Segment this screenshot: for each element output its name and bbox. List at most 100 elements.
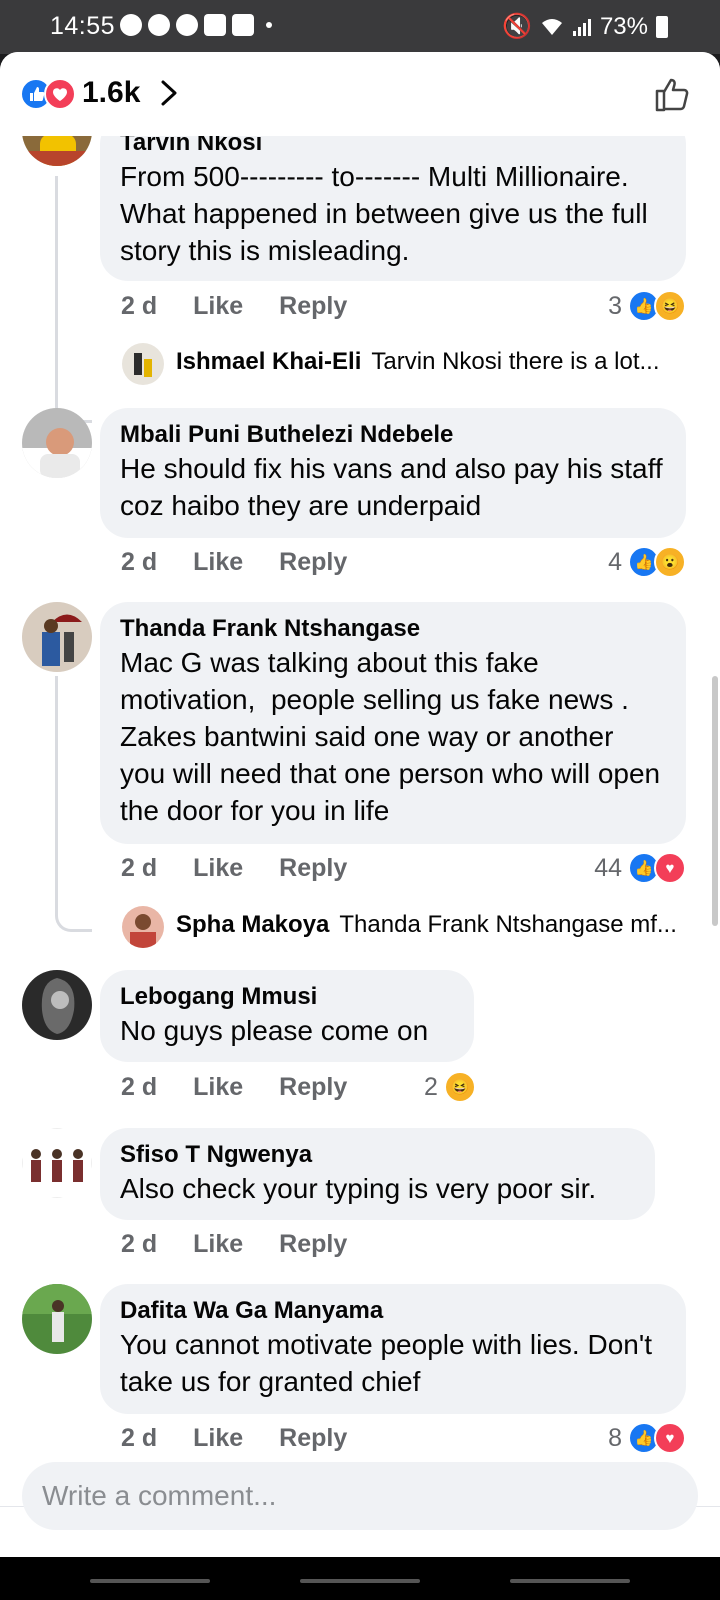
comment-bubble[interactable]: Dafita Wa Ga Manyama You cannot motivate…	[100, 1284, 686, 1414]
comment-text: Also check your typing is very poor sir.	[120, 1173, 597, 1204]
comment-input[interactable]: Write a comment...	[22, 1462, 698, 1530]
comment-list[interactable]: Tarvin Nkosi From 500--------- to-------…	[0, 136, 720, 1508]
comment-time: 2 d	[121, 292, 158, 320]
comment-text: From 500--------- to------- Multi Millio…	[120, 161, 656, 266]
youtube-icon	[232, 14, 254, 36]
signal-icon	[572, 18, 591, 36]
wifi-icon	[541, 18, 562, 35]
reply-avatar[interactable]	[122, 906, 164, 948]
system-nav-bar	[0, 1557, 720, 1600]
mute-icon: 🔇	[502, 13, 532, 40]
avatar[interactable]	[22, 970, 92, 1040]
comment-time: 2 d	[121, 548, 158, 576]
battery-icon	[656, 15, 668, 38]
comment-author[interactable]: Lebogang Mmusi	[120, 982, 454, 1012]
system-icons: 🔇 73%	[502, 12, 668, 41]
avatar[interactable]	[22, 136, 92, 166]
battery-percent: 73%	[599, 12, 648, 40]
reply-preview[interactable]: Ishmael Khai-Eli Tarvin Nkosi there is a…	[176, 348, 696, 376]
comment-reactions[interactable]: 2 😆	[424, 1071, 476, 1103]
like-button[interactable]: Like	[193, 1230, 243, 1259]
comment-actions: 2 d Like Reply	[121, 1073, 383, 1102]
reply-button[interactable]: Reply	[279, 548, 347, 577]
like-button[interactable]: Like	[193, 1073, 243, 1102]
like-post-button[interactable]	[652, 74, 692, 114]
reply-button[interactable]: Reply	[279, 292, 347, 321]
comment-author[interactable]: Thanda Frank Ntshangase	[120, 614, 666, 644]
reply-preview[interactable]: Spha Makoya Thanda Frank Ntshangase mf..…	[176, 911, 696, 939]
thread-line	[55, 176, 92, 423]
comment-bubble[interactable]: Mbali Puni Buthelezi Ndebele He should f…	[100, 408, 686, 538]
comment-text: No guys please come on	[120, 1015, 429, 1046]
more-dot-icon	[266, 22, 272, 28]
reply-text: Tarvin Nkosi there is a lot...	[371, 348, 660, 375]
reply-author[interactable]: Spha Makoya	[176, 911, 329, 939]
comment-bubble[interactable]: Sfiso T Ngwenya Also check your typing i…	[100, 1128, 655, 1220]
avatar[interactable]	[22, 1128, 92, 1198]
comment-actions: 2 d Like Reply	[121, 1230, 383, 1259]
avatar[interactable]	[22, 1284, 92, 1354]
reply-button[interactable]: Reply	[279, 1424, 347, 1453]
comment-text: He should fix his vans and also pay his …	[120, 453, 671, 521]
haha-reaction-icon: 😆	[654, 290, 686, 322]
download-icon	[204, 14, 226, 36]
reply-text: Thanda Frank Ntshangase mf...	[339, 911, 677, 938]
reply-button[interactable]: Reply	[279, 1073, 347, 1102]
reaction-count: 8	[608, 1423, 622, 1452]
haha-reaction-icon: 😆	[443, 1071, 476, 1103]
status-bar: 14:55 🔇 73%	[0, 0, 720, 54]
love-reaction-icon: ♥	[654, 1422, 686, 1454]
comment-input-placeholder: Write a comment...	[42, 1480, 277, 1511]
status-time: 14:55	[50, 12, 116, 40]
scrollbar[interactable]	[712, 676, 718, 926]
comment-text: Mac G was talking about this fake motiva…	[120, 647, 668, 826]
comment-author[interactable]: Mbali Puni Buthelezi Ndebele	[120, 420, 666, 450]
chevron-right-icon[interactable]	[156, 78, 182, 108]
like-button[interactable]: Like	[193, 1424, 243, 1453]
nav-back-button[interactable]	[510, 1579, 630, 1583]
facebook-icon	[148, 14, 170, 36]
comment-actions: 2 d Like Reply	[121, 292, 383, 321]
comment-reactions[interactable]: 8 👍 ♥	[608, 1422, 686, 1454]
avatar[interactable]	[22, 602, 92, 672]
comment-text: You cannot motivate people with lies. Do…	[120, 1329, 660, 1397]
comment-actions: 2 d Like Reply	[121, 548, 383, 577]
reaction-summary[interactable]	[20, 78, 76, 110]
nav-recent-button[interactable]	[90, 1579, 210, 1583]
reactions-header: 1.6k	[0, 52, 720, 136]
avatar[interactable]	[22, 408, 92, 478]
comment-bubble[interactable]: Tarvin Nkosi From 500--------- to-------…	[100, 136, 686, 281]
comment-time: 2 d	[121, 1424, 158, 1452]
reply-author[interactable]: Ishmael Khai-Eli	[176, 348, 361, 376]
comment-author[interactable]: Sfiso T Ngwenya	[120, 1140, 635, 1170]
love-reaction-icon	[44, 78, 76, 110]
reaction-count[interactable]: 1.6k	[82, 76, 140, 110]
love-reaction-icon: ♥	[654, 852, 686, 884]
comment-author[interactable]: Dafita Wa Ga Manyama	[120, 1296, 666, 1326]
comment-time: 2 d	[121, 1073, 158, 1101]
comment-bubble[interactable]: Thanda Frank Ntshangase Mac G was talkin…	[100, 602, 686, 844]
thread-line	[55, 676, 92, 932]
reaction-count: 44	[594, 853, 622, 882]
like-button[interactable]: Like	[193, 854, 243, 883]
reply-avatar[interactable]	[122, 343, 164, 385]
whatsapp-icon	[120, 14, 142, 36]
comment-time: 2 d	[121, 1230, 158, 1258]
reaction-count: 3	[608, 291, 622, 320]
facebook-icon	[176, 14, 198, 36]
reply-button[interactable]: Reply	[279, 854, 347, 883]
nav-home-button[interactable]	[300, 1579, 420, 1583]
reaction-count: 2	[424, 1072, 438, 1101]
reply-button[interactable]: Reply	[279, 1230, 347, 1259]
wow-reaction-icon: 😮	[654, 546, 686, 578]
comment-reactions[interactable]: 4 👍 😮	[608, 546, 686, 578]
like-button[interactable]: Like	[193, 548, 243, 577]
comment-time: 2 d	[121, 854, 158, 882]
like-button[interactable]: Like	[193, 292, 243, 321]
comment-reactions[interactable]: 3 👍 😆	[608, 290, 686, 322]
comment-reactions[interactable]: 44 👍 ♥	[594, 852, 686, 884]
notification-icons	[120, 14, 272, 36]
comment-bubble[interactable]: Lebogang Mmusi No guys please come on	[100, 970, 474, 1062]
comment-actions: 2 d Like Reply	[121, 1424, 383, 1453]
comment-author[interactable]: Tarvin Nkosi	[120, 136, 666, 158]
